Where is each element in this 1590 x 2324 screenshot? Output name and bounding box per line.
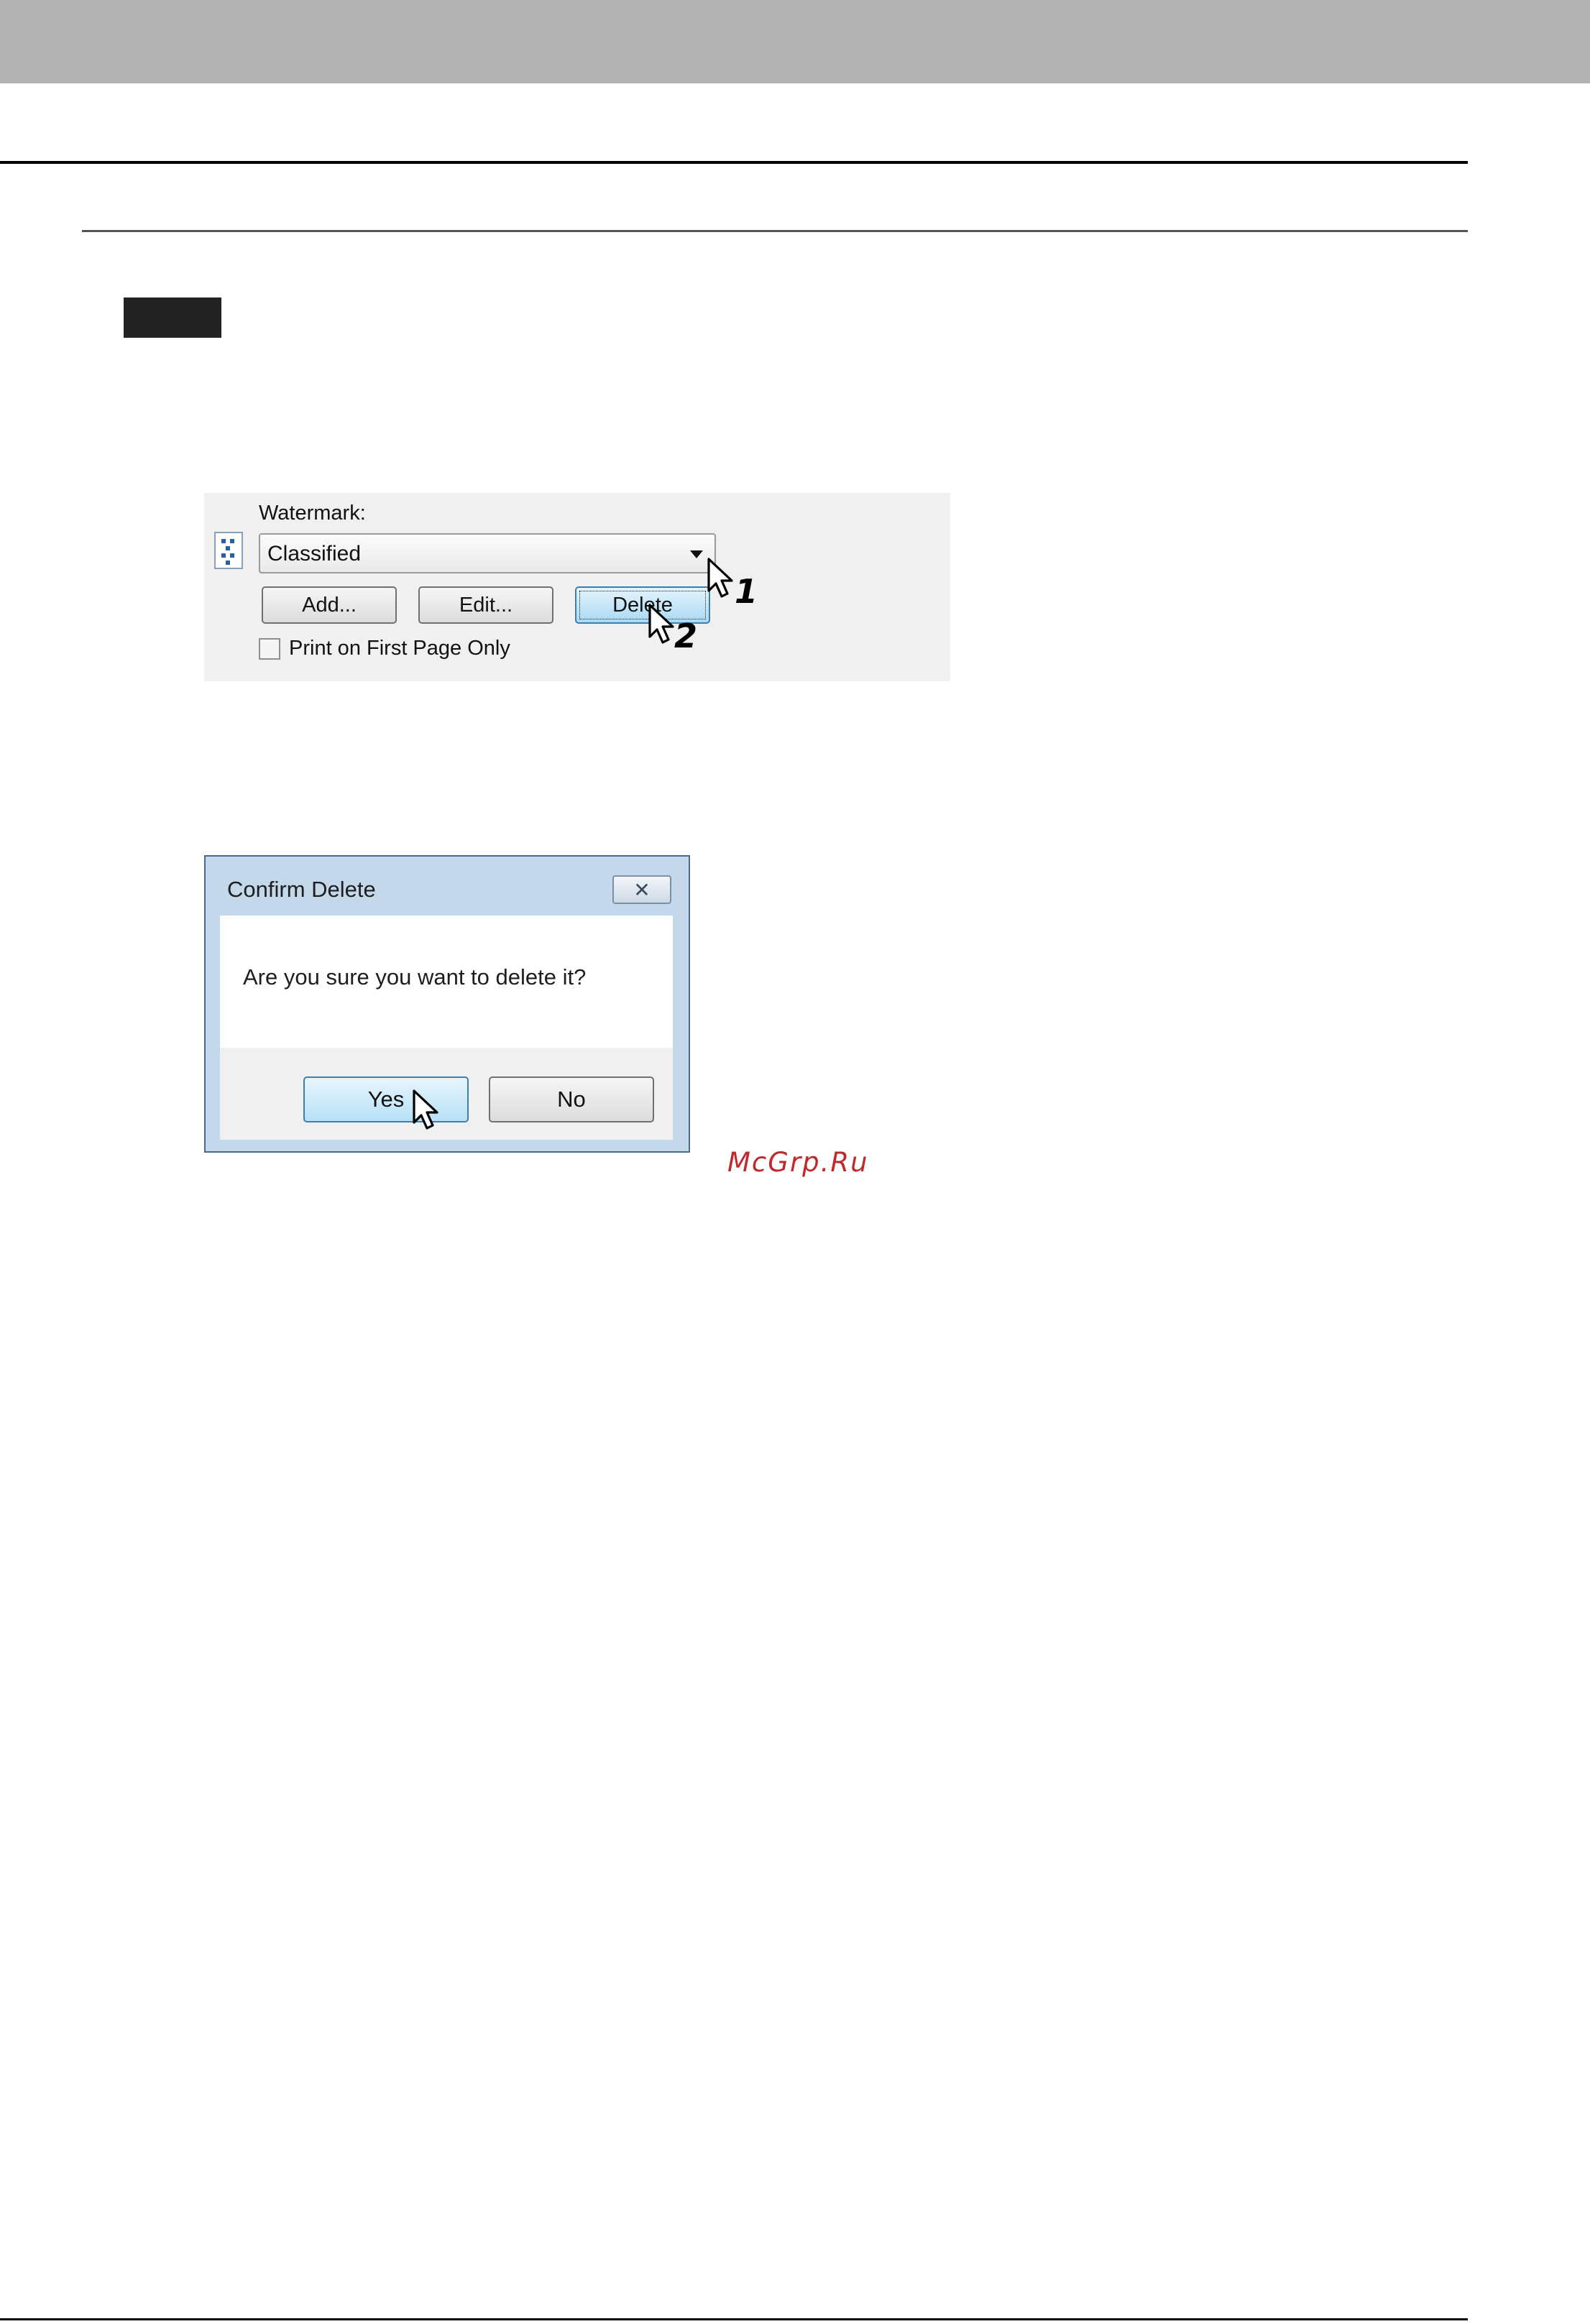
no-button[interactable]: No — [489, 1076, 654, 1122]
mouse-cursor-icon — [413, 1089, 438, 1130]
step-badge — [124, 298, 221, 338]
print-first-page-label: Print on First Page Only — [289, 637, 510, 660]
add-button[interactable]: Add... — [262, 586, 397, 624]
watermark-panel: Watermark: Classified Add... Edit... Del… — [204, 493, 950, 681]
dialog-title: Confirm Delete — [227, 877, 376, 902]
watermark-label: Watermark: — [259, 502, 366, 525]
dialog-message: Are you sure you want to delete it? — [243, 964, 587, 990]
edit-button[interactable]: Edit... — [418, 586, 553, 624]
callout-number-2: 2 — [674, 617, 698, 655]
site-watermark: McGrp.Ru — [727, 1147, 869, 1178]
section-rule — [82, 230, 1468, 232]
header-rule — [0, 161, 1468, 164]
print-first-page-checkbox[interactable] — [259, 638, 280, 660]
dialog-body: Are you sure you want to delete it? — [220, 916, 673, 1048]
footer-rule — [0, 2318, 1468, 2320]
header-band — [0, 0, 1590, 83]
watermark-select-value: Classified — [267, 542, 362, 566]
watermark-icon — [214, 532, 243, 569]
close-icon: ✕ — [633, 879, 651, 901]
watermark-select[interactable]: Classified — [259, 533, 716, 573]
close-button[interactable]: ✕ — [612, 875, 671, 904]
confirm-delete-dialog: Confirm Delete ✕ Are you sure you want t… — [204, 855, 690, 1153]
dialog-footer: Yes No — [220, 1048, 673, 1140]
chevron-down-icon[interactable] — [690, 550, 703, 558]
callout-number-1: 1 — [735, 572, 758, 611]
